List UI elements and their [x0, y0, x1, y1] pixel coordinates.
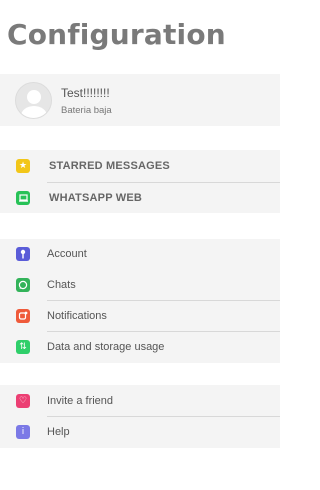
whatsapp-icon: [16, 278, 30, 292]
notifications-label: Notifications: [47, 310, 107, 322]
laptop-icon: [16, 191, 30, 205]
whatsapp-web-label: WHATSAPP WEB: [49, 192, 143, 204]
star-icon: ★: [16, 159, 30, 173]
profile-status: Bateria baja: [61, 105, 112, 116]
profile-name: Test!!!!!!!!: [61, 86, 110, 100]
chats-row[interactable]: Chats: [0, 270, 280, 301]
page-title: Configuration: [7, 18, 226, 51]
avatar: [15, 82, 52, 119]
account-label: Account: [47, 248, 87, 260]
notifications-row[interactable]: Notifications: [0, 301, 280, 332]
whatsapp-web-row[interactable]: WHATSAPP WEB: [0, 183, 280, 214]
key-icon: [16, 247, 30, 261]
data-storage-label: Data and storage usage: [47, 341, 165, 353]
starred-messages-label: STARRED MESSAGES: [49, 160, 170, 172]
invite-friend-row[interactable]: ♡ Invite a friend: [0, 386, 280, 417]
help-row[interactable]: i Help: [0, 417, 280, 448]
account-row[interactable]: Account: [0, 239, 280, 270]
starred-messages-row[interactable]: ★ STARRED MESSAGES: [0, 151, 280, 182]
heart-icon: ♡: [16, 394, 30, 408]
settings-group-3: ♡ Invite a friend i Help: [0, 385, 280, 448]
chats-label: Chats: [47, 279, 76, 291]
notification-icon: [16, 309, 30, 323]
settings-group-2: Account Chats Notifications ⇅ Data and s…: [0, 239, 280, 363]
data-storage-row[interactable]: ⇅ Data and storage usage: [0, 332, 280, 363]
settings-group-1: ★ STARRED MESSAGES WHATSAPP WEB: [0, 150, 280, 213]
profile-row[interactable]: Test!!!!!!!! Bateria baja: [0, 74, 280, 126]
invite-friend-label: Invite a friend: [47, 395, 114, 407]
help-label: Help: [47, 426, 70, 438]
info-icon: i: [16, 425, 30, 439]
arrows-updown-icon: ⇅: [16, 340, 30, 354]
